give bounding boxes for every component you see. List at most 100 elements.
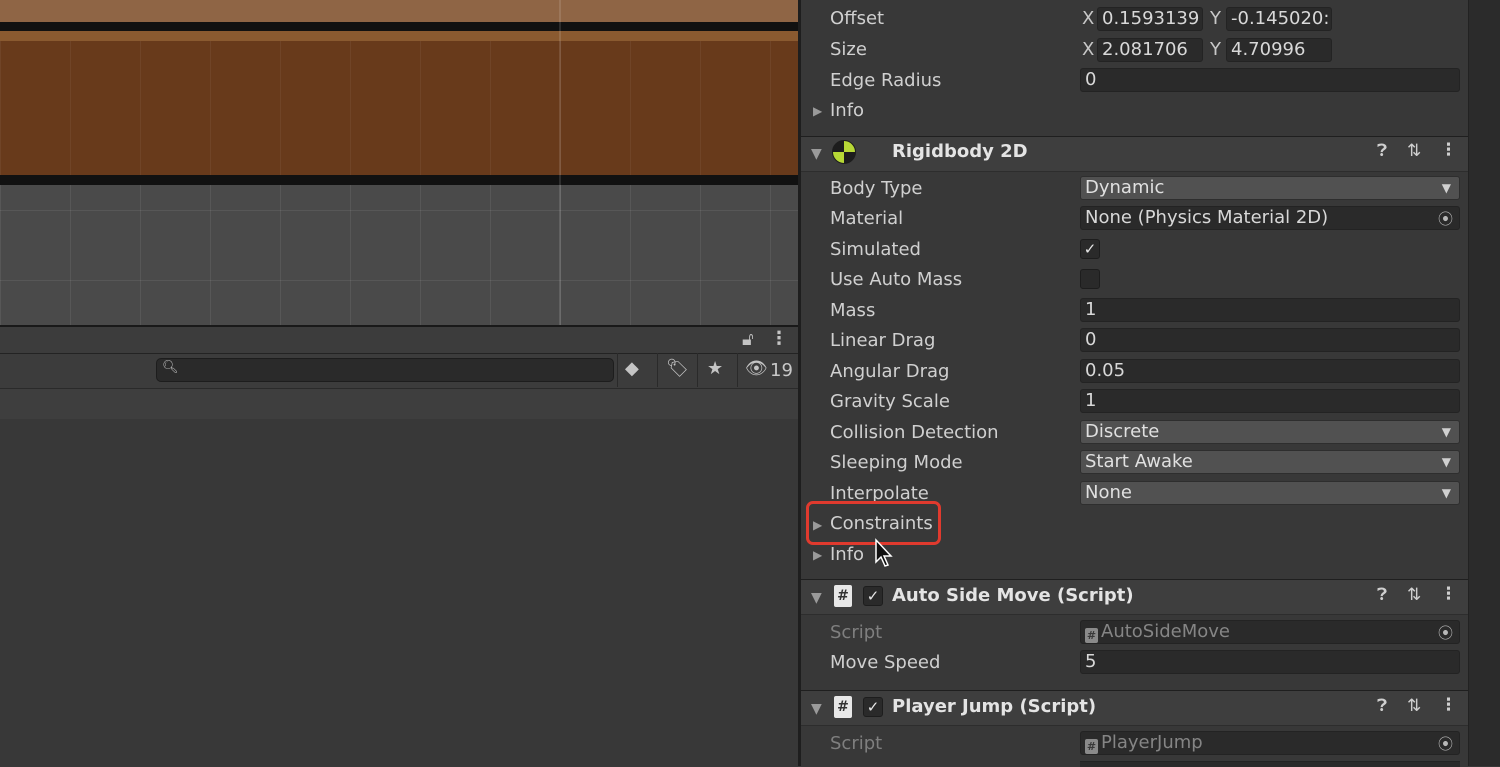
script-label: Script <box>830 733 883 754</box>
ground-outline-bottom <box>0 175 798 185</box>
object-picker-icon[interactable]: ⦿ <box>1438 733 1453 754</box>
auto-side-move-enabled-checkbox[interactable]: ✓ <box>863 586 883 606</box>
size-x-label: X <box>1082 39 1095 60</box>
rigidbody-title: Rigidbody 2D <box>892 141 1028 162</box>
search-icon: 🔍︎ <box>162 360 179 375</box>
material-label: Material <box>830 208 904 229</box>
ground-top-band <box>0 0 798 22</box>
offset-y-label: Y <box>1210 8 1221 29</box>
presets-icon[interactable]: ⇅ <box>1407 696 1421 716</box>
favorites-star-icon[interactable]: ★ <box>707 358 723 379</box>
edge-radius-label: Edge Radius <box>830 70 942 91</box>
collision-detection-dropdown[interactable]: Discrete ▼ <box>1080 420 1460 444</box>
hidden-count: 19 <box>770 360 793 381</box>
move-speed-field[interactable]: 5 <box>1080 650 1460 674</box>
dropdown-arrow-icon: ▼ <box>1441 425 1451 439</box>
dropdown-arrow-icon: ▼ <box>1441 455 1451 469</box>
linear-drag-label: Linear Drag <box>830 330 936 351</box>
foldout-arrow-icon[interactable]: ▶ <box>813 104 822 118</box>
presets-icon[interactable]: ⇅ <box>1407 141 1421 161</box>
gravity-scale-field[interactable]: 1 <box>1080 389 1460 413</box>
rigidbody-info-foldout[interactable]: Info <box>830 544 864 565</box>
interpolate-value: None <box>1085 482 1132 503</box>
object-picker-icon[interactable]: ⦿ <box>1438 622 1453 643</box>
mouse-cursor-icon <box>875 538 893 567</box>
help-icon[interactable]: ❓︎ <box>1377 585 1387 605</box>
script-file-icon: # <box>1085 739 1098 754</box>
filter-by-label-icon[interactable]: 🏷︎ <box>666 358 689 379</box>
size-y-field[interactable]: 4.70996 <box>1226 38 1332 62</box>
ground-sprite <box>0 41 798 175</box>
ground-band <box>0 31 798 41</box>
dropdown-arrow-icon: ▼ <box>1441 181 1451 195</box>
sleeping-mode-label: Sleeping Mode <box>830 452 963 473</box>
angular-drag-field[interactable]: 0.05 <box>1080 359 1460 383</box>
size-y-label: Y <box>1210 39 1221 60</box>
auto-side-move-script-field[interactable]: # AutoSideMove ⦿ <box>1080 620 1460 644</box>
help-icon[interactable]: ❓︎ <box>1377 696 1387 716</box>
edge-radius-field[interactable]: 0 <box>1080 68 1460 92</box>
size-x-field[interactable]: 2.081706 <box>1097 38 1203 62</box>
collider-info-foldout[interactable]: Info <box>830 100 864 121</box>
player-jump-script-field[interactable]: # PlayerJump ⦿ <box>1080 731 1460 755</box>
filter-by-type-icon[interactable]: ◆ <box>625 358 639 379</box>
sleeping-mode-dropdown[interactable]: Start Awake ▼ <box>1080 450 1460 474</box>
auto-side-move-script-value: AutoSideMove <box>1101 621 1230 642</box>
collapse-arrow-icon[interactable]: ▼ <box>811 590 822 606</box>
offset-y-field[interactable]: -0.145020: <box>1226 7 1332 31</box>
panel-content <box>0 419 798 766</box>
body-type-dropdown[interactable]: Dynamic ▼ <box>1080 176 1460 200</box>
offset-x-label: X <box>1082 8 1095 29</box>
collapse-arrow-icon[interactable]: ▼ <box>811 701 822 717</box>
lock-icon[interactable]: 🔓︎ <box>742 329 754 350</box>
help-icon[interactable]: ❓︎ <box>1377 141 1387 161</box>
angular-drag-label: Angular Drag <box>830 361 950 382</box>
auto-side-move-title: Auto Side Move (Script) <box>892 585 1134 606</box>
dropdown-arrow-icon: ▼ <box>1441 486 1451 500</box>
collision-detection-label: Collision Detection <box>830 422 999 443</box>
inspector-scrollbar[interactable] <box>1468 0 1500 766</box>
collapse-arrow-icon[interactable]: ▼ <box>811 146 822 162</box>
body-type-value: Dynamic <box>1085 177 1165 198</box>
rigidbody-icon <box>832 140 856 164</box>
material-field[interactable]: None (Physics Material 2D) ⦿ <box>1080 206 1460 230</box>
simulated-checkbox[interactable]: ✓ <box>1080 239 1100 259</box>
panel-tab-bar: 🔓︎ ⋮ <box>0 325 798 355</box>
gravity-scale-label: Gravity Scale <box>830 391 950 412</box>
object-picker-icon[interactable]: ⦿ <box>1438 208 1453 229</box>
ground-outline-top <box>0 22 798 31</box>
more-options-icon[interactable]: ⋮ <box>770 328 788 349</box>
player-jump-script-value: PlayerJump <box>1101 732 1203 753</box>
linear-drag-field[interactable]: 0 <box>1080 328 1460 352</box>
next-field-edge <box>1080 761 1460 767</box>
collision-detection-value: Discrete <box>1085 421 1160 442</box>
body-type-label: Body Type <box>830 178 923 199</box>
mass-label: Mass <box>830 300 876 321</box>
scene-view[interactable] <box>0 0 798 325</box>
script-file-icon: # <box>834 696 852 718</box>
script-file-icon: # <box>1085 628 1098 643</box>
mass-field[interactable]: 1 <box>1080 298 1460 322</box>
toolbar-separator <box>697 353 698 387</box>
offset-x-field[interactable]: 0.1593139 <box>1097 7 1203 31</box>
sleeping-mode-value: Start Awake <box>1085 451 1193 472</box>
component-menu-icon[interactable]: ⋮ <box>1440 140 1457 160</box>
search-input[interactable] <box>156 358 614 382</box>
toolbar-separator <box>617 353 618 387</box>
interpolate-dropdown[interactable]: None ▼ <box>1080 481 1460 505</box>
component-menu-icon[interactable]: ⋮ <box>1440 584 1457 604</box>
component-menu-icon[interactable]: ⋮ <box>1440 695 1457 715</box>
player-jump-enabled-checkbox[interactable]: ✓ <box>863 697 883 717</box>
player-jump-title: Player Jump (Script) <box>892 696 1097 717</box>
script-file-icon: # <box>834 585 852 607</box>
simulated-label: Simulated <box>830 239 921 260</box>
move-speed-label: Move Speed <box>830 652 941 673</box>
material-value: None (Physics Material 2D) <box>1085 207 1329 228</box>
foldout-arrow-icon[interactable]: ▶ <box>813 548 822 562</box>
presets-icon[interactable]: ⇅ <box>1407 585 1421 605</box>
use-auto-mass-checkbox[interactable] <box>1080 269 1100 289</box>
use-auto-mass-label: Use Auto Mass <box>830 269 963 290</box>
hidden-eye-icon[interactable]: 👁︎ <box>745 358 768 379</box>
offset-label: Offset <box>830 8 885 29</box>
grid-axis-line <box>559 0 561 325</box>
